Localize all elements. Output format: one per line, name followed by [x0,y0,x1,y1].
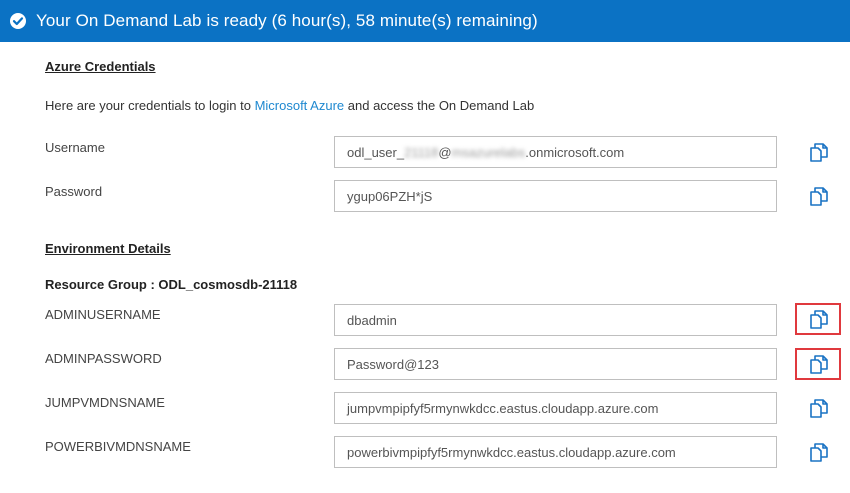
copy-icon [810,187,828,206]
intro-prefix: Here are your credentials to login to [45,98,255,113]
banner-title: Your On Demand Lab is ready (6 hour(s), … [36,11,538,30]
username-suffix: .onmicrosoft.com [525,144,625,160]
microsoft-azure-link[interactable]: Microsoft Azure [255,98,345,113]
azure-credentials-heading: Azure Credentials [45,59,156,74]
resource-group-label: Resource Group : ODL_cosmosdb-21118 [45,277,298,292]
copy-icon [810,310,828,329]
copy-username-button[interactable] [807,140,831,164]
username-redacted-id: 21118 [404,144,439,160]
powerbivmdnsname-label: POWERBIVMDNSNAME [45,439,191,454]
jumpvmdnsname-label: JUMPVMDNSNAME [45,395,165,410]
adminusername-field[interactable]: dbadmin [334,304,777,336]
username-prefix: odl_user_ [347,144,405,160]
adminpassword-field[interactable]: Password@123 [334,348,777,380]
credentials-intro: Here are your credentials to login to Mi… [45,98,534,113]
username-redacted-domain: msazurelabs [451,144,526,160]
jumpvmdnsname-field[interactable]: jumpvmpipfyf5rmynwkdcc.eastus.cloudapp.a… [334,392,777,424]
username-at: @ [438,144,452,160]
username-field[interactable]: odl_user_ 21118 @ msazurelabs .onmicrosoft.c… [334,136,777,168]
copy-icon [810,143,828,162]
adminusername-label: ADMINUSERNAME [45,307,161,322]
copy-adminpassword-button[interactable] [807,352,831,376]
copy-icon [810,399,828,418]
environment-details-heading: Environment Details [45,241,171,256]
adminpassword-label: ADMINPASSWORD [45,351,162,366]
password-field[interactable]: ygup06PZH*jS [334,180,777,212]
intro-suffix: and access the On Demand Lab [344,98,535,113]
powerbivmdnsname-field[interactable]: powerbivmpipfyf5rmynwkdcc.eastus.cloudap… [334,436,777,468]
copy-password-button[interactable] [807,184,831,208]
copy-icon [810,355,828,374]
lab-ready-banner: Your On Demand Lab is ready (6 hour(s), … [0,0,850,42]
copy-jumpvmdnsname-button[interactable] [807,396,831,420]
check-circle-icon [9,12,27,30]
password-label: Password [45,184,103,199]
copy-icon [810,443,828,462]
username-label: Username [45,140,105,155]
copy-powerbivmdnsname-button[interactable] [807,440,831,464]
copy-adminusername-button[interactable] [807,307,831,331]
